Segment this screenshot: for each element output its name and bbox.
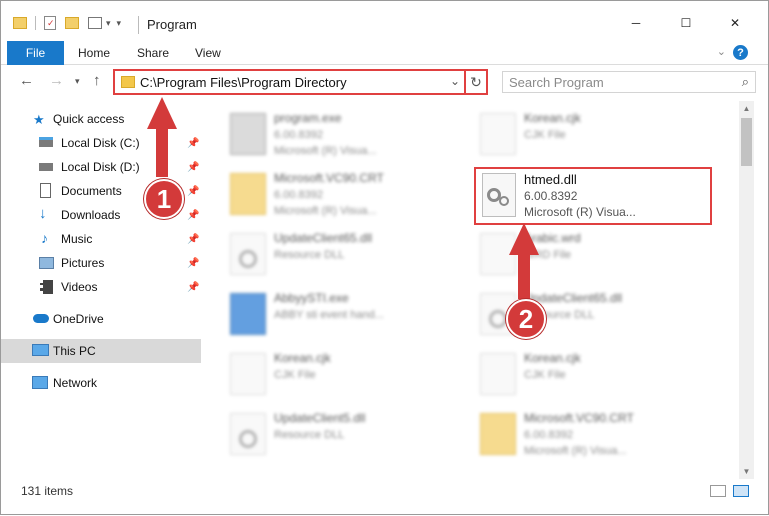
callout-one: 1 bbox=[144, 179, 184, 219]
arrow-2-shaft bbox=[518, 253, 530, 299]
callout-arrows bbox=[147, 97, 539, 299]
explorer-window: ✓ ▾ ▾ Program ─ ☐ ✕ File Home Share View… bbox=[0, 0, 769, 515]
arrow-2-head bbox=[509, 223, 539, 255]
callout-two: 2 bbox=[506, 299, 546, 339]
arrow-1-head bbox=[147, 97, 177, 129]
arrow-1-shaft bbox=[156, 127, 168, 177]
